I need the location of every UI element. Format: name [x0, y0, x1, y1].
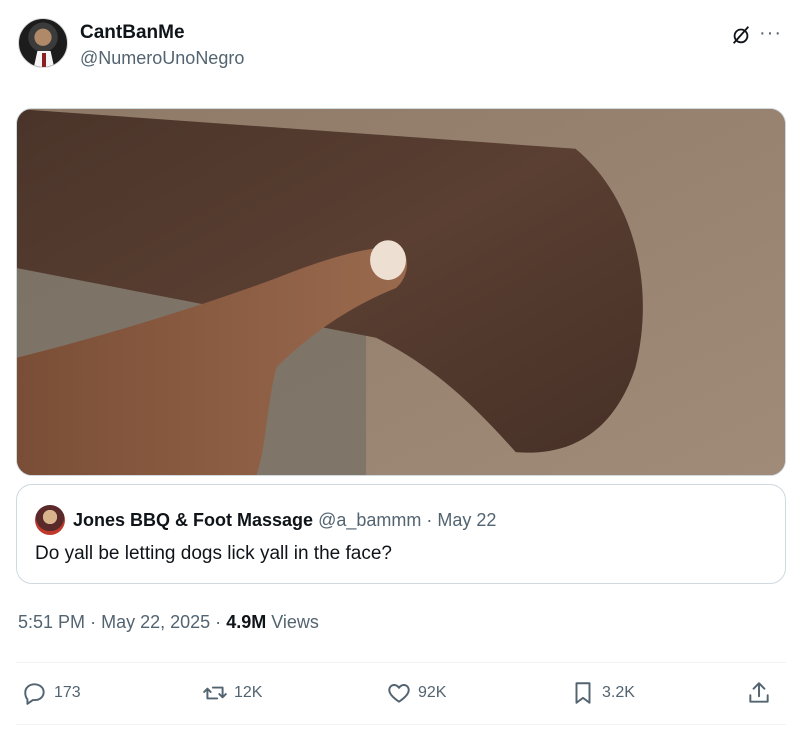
avatar-tie — [42, 53, 46, 67]
tweet-timestamp: 5:51 PM · May 22, 2025 · 4.9M Views — [18, 612, 319, 633]
tweet-header: CantBanMe @NumeroUnoNegro ··· — [18, 16, 786, 76]
bookmark-icon — [575, 682, 591, 704]
timestamp-separator: · — [215, 612, 222, 632]
bookmark-button[interactable]: 3.2K — [570, 675, 635, 711]
bookmark-count: 3.2K — [602, 684, 635, 701]
quoted-separator: · — [426, 510, 433, 530]
reply-button[interactable]: 173 — [22, 675, 81, 711]
views-label: Views — [271, 612, 319, 632]
author-handle[interactable]: @NumeroUnoNegro — [80, 48, 244, 69]
author-display-name[interactable]: CantBanMe — [80, 22, 185, 44]
quoted-tweet-text: Do yall be letting dogs lick yall in the… — [35, 543, 392, 564]
quoted-date: May 22 — [437, 510, 497, 530]
reply-icon — [24, 683, 45, 705]
tweet-time[interactable]: 5:51 PM — [18, 612, 85, 632]
share-icon — [749, 682, 769, 703]
quoted-handle: @a_bammm — [318, 510, 422, 530]
quoted-author-avatar — [35, 505, 65, 535]
like-button[interactable]: 92K — [386, 675, 446, 711]
photo-arm-and-pointing-finger-icon — [17, 109, 785, 475]
retweet-button[interactable]: 12K — [202, 675, 262, 711]
divider — [16, 724, 786, 725]
retweet-icon — [203, 686, 227, 700]
views-count: 4.9M — [226, 612, 267, 632]
divider — [16, 662, 786, 663]
tweet-actions-bar: 173 12K 92K 3.2K — [18, 675, 788, 711]
quoted-display-name: Jones BBQ & Foot Massage — [73, 510, 314, 530]
grok-icon[interactable] — [730, 24, 752, 46]
retweet-count: 12K — [234, 684, 263, 701]
more-options-icon[interactable]: ··· — [759, 22, 782, 45]
heart-icon — [388, 684, 410, 703]
tweet-date[interactable]: May 22, 2025 — [101, 612, 210, 632]
like-count: 92K — [418, 684, 447, 701]
tweet-media-photo[interactable] — [16, 108, 786, 476]
author-avatar[interactable] — [18, 18, 68, 68]
quoted-tweet[interactable]: Jones BBQ & Foot Massage @a_bammm · May … — [16, 484, 786, 584]
quoted-tweet-meta: Jones BBQ & Foot Massage @a_bammm · May … — [73, 510, 496, 531]
share-button[interactable] — [746, 675, 772, 711]
reply-count: 173 — [54, 684, 81, 701]
timestamp-separator: · — [90, 612, 97, 632]
